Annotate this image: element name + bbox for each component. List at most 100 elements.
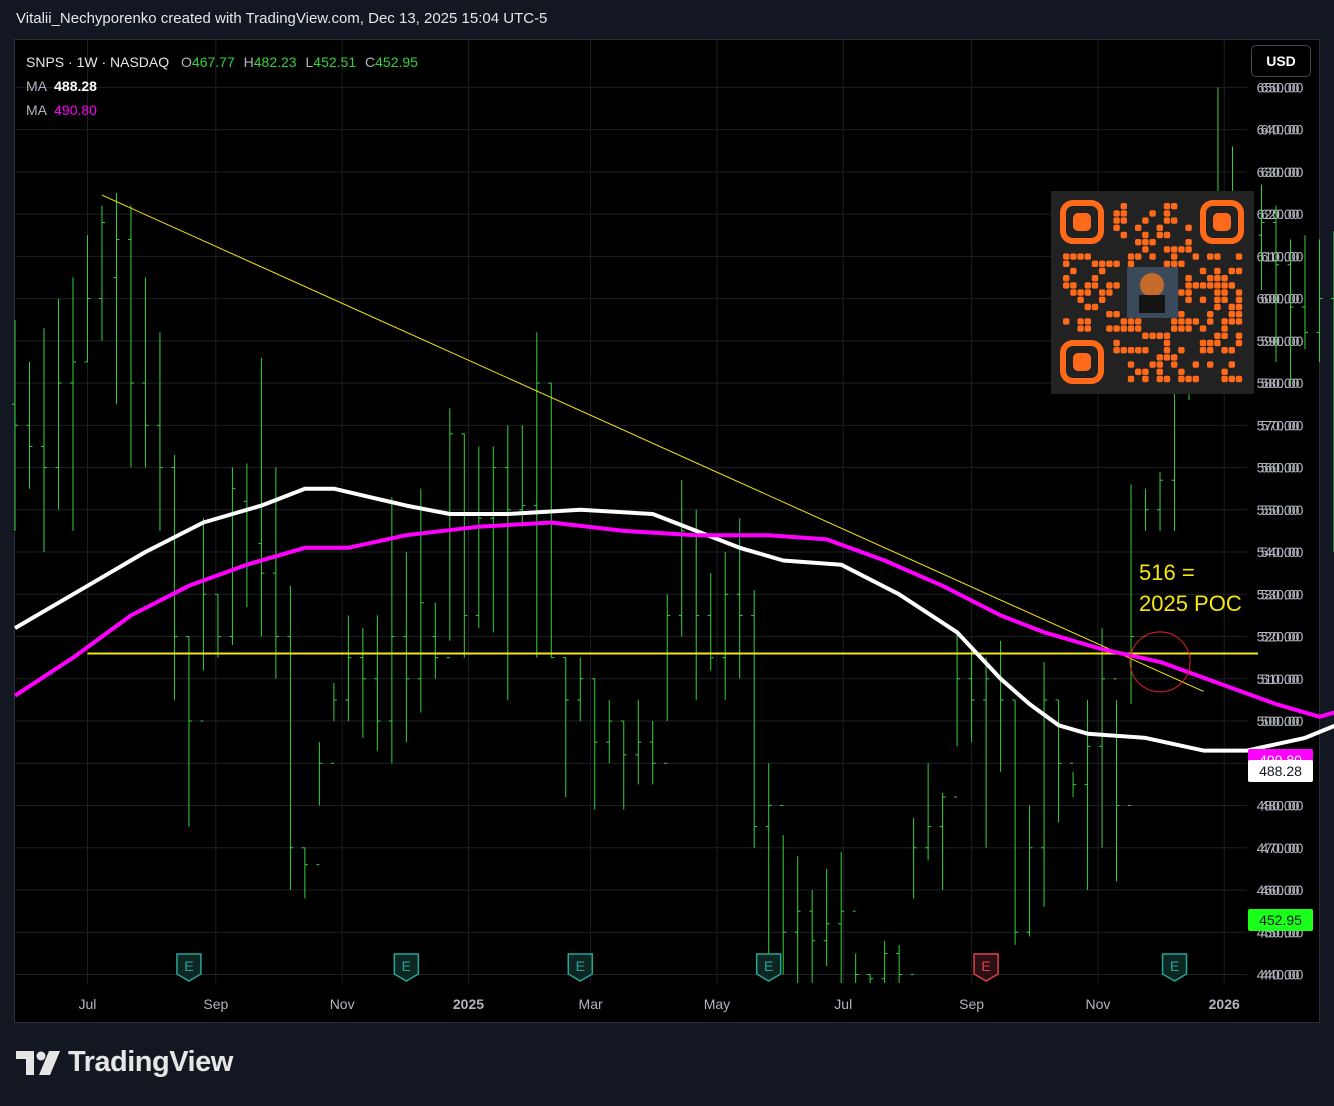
earnings-label: E: [576, 958, 585, 974]
qr-module: [1185, 318, 1192, 325]
qr-module: [1171, 318, 1178, 325]
qr-module: [1156, 224, 1163, 231]
ohlc-bar: [591, 678, 598, 810]
qr-module: [1163, 347, 1171, 354]
tradingview-wordmark: TradingView: [68, 1046, 233, 1078]
ohlc-bar: [1026, 805, 1033, 937]
qr-module: [1235, 318, 1243, 325]
qr-module: [1178, 260, 1185, 267]
qr-module: [1171, 246, 1178, 253]
tradingview-logo[interactable]: TradingView: [16, 1046, 233, 1079]
qr-module: [1228, 303, 1235, 311]
price-chart[interactable]: 440.00450.00460.00470.00480.00490.00500.…: [0, 0, 1334, 1106]
qr-module: [1185, 296, 1192, 303]
ma-white-line: [13, 486, 1334, 753]
ma2-row: MA 490.80: [26, 98, 418, 122]
qr-module: [1156, 354, 1163, 361]
qr-module: [1171, 325, 1178, 332]
qr-module: [1228, 267, 1235, 275]
qr-module: [1120, 347, 1127, 354]
qr-module: [1185, 246, 1192, 253]
qr-module: [1235, 339, 1243, 347]
qr-module: [1185, 224, 1192, 231]
ohlc-bar: [229, 467, 236, 645]
x-tick-label: Mar: [579, 996, 603, 1012]
ohlc-bar: [345, 615, 352, 722]
ohlc-bar: [171, 454, 178, 700]
poc-annotation-line2: 2025 POC: [1139, 591, 1242, 616]
ohlc-bar: [287, 585, 294, 891]
qr-module: [1113, 260, 1120, 267]
qr-module: [1084, 325, 1091, 332]
qr-module: [1221, 296, 1228, 303]
ma1-value: 488.28: [54, 78, 97, 94]
qr-module: [1084, 253, 1091, 260]
qr-module: [1171, 260, 1178, 267]
qr-module: [1221, 347, 1228, 354]
qr-module: [1228, 375, 1235, 383]
qr-code-image: [1051, 191, 1254, 394]
ohlc-bar: [200, 518, 207, 722]
y-tick-label: 530.00: [1261, 586, 1304, 602]
ohlc-bar: [794, 856, 801, 983]
qr-module: [1127, 325, 1135, 332]
qr-module: [1063, 282, 1070, 289]
ma2-label: MA: [26, 102, 47, 118]
ohlc-bar: [751, 590, 758, 848]
qr-module: [1199, 325, 1207, 332]
qr-module: [1207, 361, 1214, 368]
qr-module: [1106, 325, 1113, 332]
qr-module: [1163, 375, 1171, 383]
y-tick-label: 580.00: [1261, 375, 1304, 391]
y-tick-label: 550.00: [1261, 502, 1304, 518]
qr-module: [1235, 296, 1243, 303]
low-value: 452.51: [313, 54, 357, 70]
y-tick-label: 570.00: [1261, 417, 1304, 433]
qr-logo-fox: [1140, 273, 1164, 297]
ohlc-bar: [98, 205, 105, 341]
qr-module: [1091, 303, 1099, 311]
x-tick-label: Sep: [959, 996, 984, 1012]
qr-finder-core: [1073, 353, 1091, 371]
y-tick-label: 510.00: [1261, 671, 1304, 687]
qr-module: [1099, 267, 1106, 275]
ohlc-bar: [243, 463, 250, 607]
qr-module: [1113, 282, 1120, 289]
earnings-marker: E: [393, 953, 420, 982]
qr-module: [1127, 260, 1135, 267]
qr-module: [1214, 289, 1221, 296]
ohlc-bar: [1070, 762, 1077, 798]
ohlc-bar: [939, 792, 946, 891]
qr-module: [1070, 267, 1077, 275]
earnings-marker: E: [567, 953, 594, 982]
qr-module: [1142, 375, 1149, 383]
y-tick-label: 640.00: [1261, 122, 1304, 138]
qr-module: [1235, 267, 1243, 275]
qr-module: [1199, 282, 1207, 289]
ohlc-bar: [127, 205, 134, 468]
ohlc-bar: [925, 763, 932, 861]
currency-button[interactable]: USD: [1251, 45, 1311, 77]
earnings-markers: EEEEEE: [176, 953, 1188, 982]
qr-module: [1235, 311, 1243, 318]
qr-module: [1120, 210, 1127, 217]
qr-module: [1084, 303, 1091, 311]
qr-module: [1163, 260, 1171, 267]
qr-module: [1135, 224, 1142, 231]
x-tick-label: Sep: [203, 996, 228, 1012]
qr-module: [1171, 253, 1178, 260]
qr-module: [1207, 347, 1214, 354]
open-label: O: [181, 54, 192, 70]
qr-module: [1178, 325, 1185, 332]
qr-module: [1228, 361, 1235, 368]
qr-code-graphic: [1060, 200, 1244, 384]
qr-module: [1156, 375, 1163, 383]
qr-module: [1178, 318, 1185, 325]
y-tick-label: 480.00: [1261, 798, 1304, 814]
ohlc-bar: [910, 818, 917, 975]
qr-module: [1099, 260, 1106, 267]
qr-module: [1192, 253, 1199, 260]
earnings-label: E: [184, 958, 193, 974]
ohlc-bar: [156, 332, 163, 531]
ohlc-bar: [446, 408, 453, 659]
